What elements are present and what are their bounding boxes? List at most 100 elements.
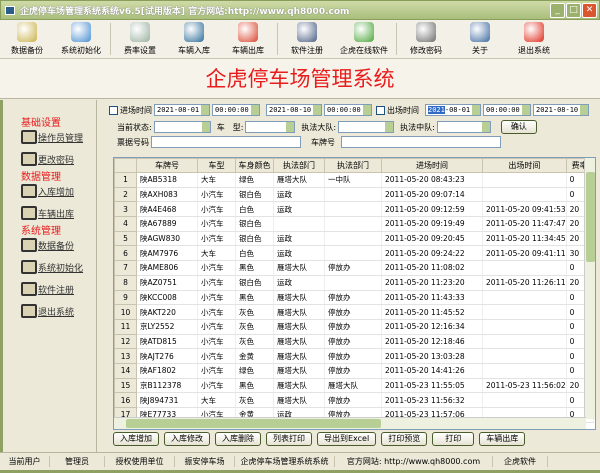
exit-from-date[interactable]: 2021-08-01 xyxy=(425,104,481,116)
column-header[interactable]: 执法部门 xyxy=(273,158,325,173)
sidebar-item[interactable]: 数据备份 xyxy=(21,238,74,252)
horizontal-scrollbar[interactable] xyxy=(114,417,586,429)
dropdown-arrow-icon[interactable] xyxy=(200,105,209,115)
sidebar-item[interactable]: 车辆出库 xyxy=(21,206,74,220)
plate-input[interactable] xyxy=(341,136,501,148)
sidebar-item[interactable]: 退出系统 xyxy=(21,304,74,318)
table-cell: 金黄 xyxy=(235,348,274,364)
close-button[interactable]: ✕ xyxy=(582,3,597,18)
action-button-6[interactable]: 打印 xyxy=(432,432,475,446)
column-header[interactable]: 车牌号 xyxy=(136,158,198,173)
action-button-0[interactable]: 入库增加 xyxy=(113,432,159,446)
sidebar-item[interactable]: 软件注册 xyxy=(21,282,74,296)
toolbar-button-3[interactable]: 车辆入库 xyxy=(167,20,221,59)
table-row[interactable]: 14 陕AF1802 小汽车 绿色 雁塔大队 停放办 2011-05-20 14:41:26… xyxy=(114,362,594,379)
toolbar-button-6[interactable]: 企虎在线软件 xyxy=(334,20,394,59)
action-buttons: 入库增加 入库修改 入库删除 列表打印 导出到Excel 打印预览 打印 车辆出库 xyxy=(113,432,526,446)
entry-to-date[interactable]: 2021-08-10 xyxy=(266,104,322,116)
row-number: 1 xyxy=(114,172,137,188)
table-row[interactable]: 10 陕AKT220 小汽车 灰色 雁塔大队 停放办 2011-05-20 11:45:52… xyxy=(114,304,594,320)
table-row[interactable]: 15 京B112378 小汽车 黑色 雁塔大队 雁塔大队 2011-05-23 11:55:… xyxy=(114,377,594,394)
minimize-button[interactable]: _ xyxy=(550,3,565,18)
sidebar-item-label: 系统初始化 xyxy=(38,263,84,274)
action-button-2[interactable]: 入库删除 xyxy=(215,432,261,446)
dropdown-arrow-icon[interactable] xyxy=(480,122,490,132)
row-number: 14 xyxy=(114,362,137,379)
tag-folder-icon xyxy=(21,238,37,252)
table-row[interactable]: 3 陕A4E468 小汽车 白色 运政 2011-05-20 09:12:59 2011-0… xyxy=(114,201,594,218)
entry-to-time[interactable]: 00:00:00 xyxy=(324,104,372,116)
column-header[interactable]: 进场时间 xyxy=(381,158,483,173)
status-select[interactable] xyxy=(153,121,211,133)
maximize-button[interactable]: □ xyxy=(566,3,581,18)
squad-label: 执法中队: xyxy=(400,122,435,132)
sidebar-item[interactable]: 更改密码 xyxy=(21,152,74,166)
spinner-icon[interactable] xyxy=(521,105,530,115)
table-row[interactable]: 6 陕AM7976 大车 白色 运政 2011-05-20 09:24:22 2011-05… xyxy=(114,245,594,262)
exit-to-date[interactable]: 2021-08-10 xyxy=(533,104,589,116)
table-row[interactable]: 2 陕AXH083 小汽车 银白色 运政 2011-05-20 09:07:14 0 xyxy=(114,186,594,203)
action-button-1[interactable]: 入库修改 xyxy=(164,432,210,446)
entry-from-time[interactable]: 00:00:00 xyxy=(212,104,260,116)
sidebar-item[interactable]: 系统初始化 xyxy=(21,260,83,274)
column-header[interactable]: 车型 xyxy=(197,158,236,173)
exit-from-time[interactable]: 00:00:00 xyxy=(483,104,531,116)
table-row[interactable]: 5 陕AGW830 小汽车 银白色 运政 2011-05-20 09:20:45 2011-… xyxy=(114,230,594,247)
sidebar-item-label: 车辆出库 xyxy=(38,209,75,220)
table-cell: 2011-05-20 11:26:11 xyxy=(482,275,567,291)
action-button-5[interactable]: 打印预览 xyxy=(381,432,428,446)
action-button-4[interactable]: 导出到Excel xyxy=(317,432,377,446)
table-row[interactable]: 12 陕ATD815 小汽车 灰色 雁塔大队 停放办 2011-05-20 12:18:46… xyxy=(114,333,594,350)
toolbar-button-2[interactable]: 费率设置 xyxy=(113,20,167,59)
table-row[interactable]: 11 京LY2552 小汽车 灰色 雁塔大队 停放办 2011-05-20 12:16:34… xyxy=(114,318,594,335)
scroll-thumb[interactable] xyxy=(586,172,595,262)
squad-select[interactable] xyxy=(436,121,491,133)
sidebar-item[interactable]: 入库增加 xyxy=(21,184,74,198)
toolbar-button-5[interactable]: 软件注册 xyxy=(280,20,334,59)
entry-time-checkbox[interactable] xyxy=(109,105,118,115)
toolbar-button-9[interactable]: 退出系统 xyxy=(507,20,561,59)
sidebar-item-label: 软件注册 xyxy=(38,285,75,296)
table-row[interactable]: 9 陕KCC008 小汽车 黑色 雁塔大队 停放办 2011-05-20 11:43:33 0 xyxy=(114,289,594,306)
column-header[interactable]: 执法部门 xyxy=(324,158,382,173)
toolbar-button-0[interactable]: 数据备份 xyxy=(0,20,54,59)
dropdown-arrow-icon[interactable] xyxy=(579,105,588,115)
table-row[interactable]: 4 陕A67889 小汽车 银白色 2011-05-20 09:19:49 2011-05… xyxy=(114,216,594,232)
toolbar-label: 企虎在线软件 xyxy=(340,46,388,55)
type-select[interactable] xyxy=(245,121,296,133)
toolbar-button-1[interactable]: 系统初始化 xyxy=(54,20,108,59)
dropdown-arrow-icon[interactable] xyxy=(471,105,480,115)
exit-time-checkbox[interactable] xyxy=(376,105,385,115)
spinner-icon[interactable] xyxy=(362,105,371,115)
dropdown-arrow-icon[interactable] xyxy=(285,122,295,132)
scroll-thumb[interactable] xyxy=(126,419,381,428)
entry-from-date[interactable]: 2021-08-01 xyxy=(154,104,210,116)
table-row[interactable]: 13 陕AJT276 小汽车 金黄 雁塔大队 停放办 2011-05-20 13:03:28… xyxy=(114,348,594,364)
brigade-select[interactable] xyxy=(338,121,395,133)
table-row[interactable]: 8 陕AZ0751 小汽车 银白色 运政 2011-05-20 11:23:20 2011-… xyxy=(114,274,594,291)
table-cell: 白色 xyxy=(235,201,274,218)
ticket-input[interactable] xyxy=(151,136,301,148)
vehicle-grid[interactable]: 车牌号 车型 车身颜色 执法部门 执法部门 进场时间 出场时间 费率 1 陕AB5318 大车 绿色… xyxy=(113,157,596,430)
sidebar-item[interactable]: 操作员管理 xyxy=(21,130,83,144)
dropdown-arrow-icon[interactable] xyxy=(384,122,394,132)
column-header[interactable]: 车身颜色 xyxy=(235,158,274,173)
about-icon xyxy=(470,22,490,42)
spinner-icon[interactable] xyxy=(250,105,259,115)
exit-icon xyxy=(524,22,544,42)
table-row[interactable]: 7 陕AME806 小汽车 黑色 雁塔大队 停放办 2011-05-20 11:08:02 0 xyxy=(114,260,594,276)
table-cell: 小汽车 xyxy=(197,187,236,203)
action-button-3[interactable]: 列表打印 xyxy=(266,432,312,446)
toolbar-button-8[interactable]: 关于 xyxy=(453,20,507,59)
action-button-7[interactable]: 车辆出库 xyxy=(479,432,526,446)
confirm-button[interactable]: 确认 xyxy=(500,120,537,134)
dropdown-arrow-icon[interactable] xyxy=(312,105,321,115)
toolbar-button-7[interactable]: 修改密码 xyxy=(399,20,453,59)
column-header[interactable]: 出场时间 xyxy=(482,158,567,173)
table-row[interactable]: 16 陕J894731 大车 灰色 雁塔大队 停放办 2011-05-23 11:56:32… xyxy=(114,392,594,408)
vertical-scrollbar[interactable] xyxy=(584,158,595,419)
plate-label: 车牌号 xyxy=(311,137,335,147)
toolbar-button-4[interactable]: 车辆出库 xyxy=(221,20,275,59)
table-row[interactable]: 1 陕AB5318 大车 绿色 雁塔大队 一中队 2011-05-20 08:43:23 0 xyxy=(114,172,594,188)
dropdown-arrow-icon[interactable] xyxy=(200,122,210,132)
